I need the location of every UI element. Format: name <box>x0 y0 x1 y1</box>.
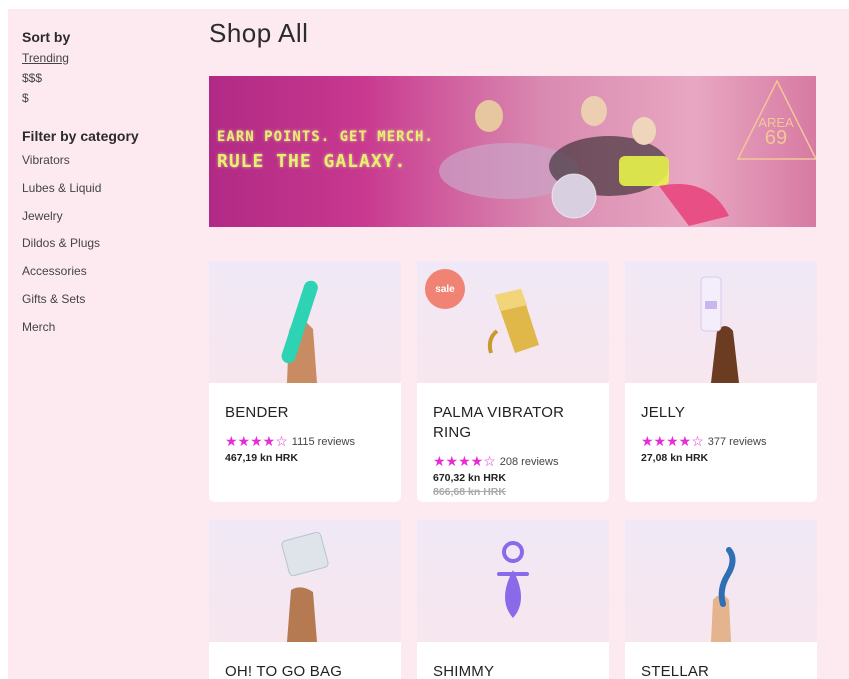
product-name[interactable]: BENDER <box>225 403 385 423</box>
filter-accessories[interactable]: Accessories <box>22 264 192 279</box>
banner-line-1: EARN POINTS. GET MERCH. <box>217 129 434 145</box>
banner-logo-text: AREA 69 <box>739 116 813 149</box>
product-card-shimmy[interactable]: SHIMMY <box>417 520 609 679</box>
product-card-oh-to-go-bag[interactable]: OH! TO GO BAG <box>209 520 401 679</box>
page-title: Shop All <box>209 18 309 48</box>
product-price: 670,32 kn HRK <box>433 472 506 484</box>
product-name[interactable]: OH! TO GO BAG <box>225 662 385 679</box>
product-price: 467,19 kn HRK <box>225 452 298 464</box>
bender-vibrator-image <box>281 280 318 383</box>
product-image[interactable] <box>417 520 609 642</box>
banner-figures-image <box>439 96 729 226</box>
star-rating-icon: ★★★★☆ <box>433 453 496 469</box>
product-card-jelly[interactable]: JELLY ★★★★☆ 377 reviews 27,08 kn HRK <box>625 261 817 502</box>
filter-dildos-plugs[interactable]: Dildos & Plugs <box>22 236 192 251</box>
product-image[interactable] <box>625 520 817 642</box>
promo-banner[interactable]: EARN POINTS. GET MERCH. RULE THE GALAXY.… <box>209 76 816 227</box>
product-name[interactable]: JELLY <box>641 403 801 423</box>
star-rating-icon: ★★★★☆ <box>225 433 288 449</box>
product-old-price: 866,68 kn HRK <box>433 486 506 498</box>
product-image[interactable] <box>209 520 401 642</box>
product-name[interactable]: STELLAR <box>641 662 801 679</box>
product-image[interactable] <box>209 261 401 383</box>
filter-merch[interactable]: Merch <box>22 320 192 335</box>
review-count: 377 reviews <box>707 435 767 448</box>
product-rating: ★★★★☆ 208 reviews <box>433 453 593 470</box>
product-card-palma[interactable]: sale PALMA VIBRATOR RING ★★★★☆ 208 revie… <box>417 261 609 502</box>
filter-gifts-sets[interactable]: Gifts & Sets <box>22 292 192 307</box>
stellar-dildo-image <box>711 547 736 642</box>
banner-line-2: RULE THE GALAXY. <box>217 151 407 172</box>
review-count: 208 reviews <box>499 455 559 468</box>
jelly-lube-image <box>700 276 739 383</box>
filter-vibrators[interactable]: Vibrators <box>22 153 192 168</box>
product-price: 27,08 kn HRK <box>641 452 709 464</box>
page: Sort by Trending $$$ $ Filter by categor… <box>8 9 849 679</box>
product-image[interactable] <box>625 261 817 383</box>
to-go-bag-image <box>281 531 329 642</box>
sort-title: Sort by <box>22 29 71 45</box>
product-name[interactable]: SHIMMY <box>433 662 593 679</box>
filter-title: Filter by category <box>22 128 139 144</box>
product-card-stellar[interactable]: STELLAR <box>625 520 817 679</box>
filter-lubes[interactable]: Lubes & Liquid <box>22 181 192 196</box>
product-rating: ★★★★☆ 1115 reviews <box>225 433 385 450</box>
sort-price-low[interactable]: $ <box>22 91 192 106</box>
shimmy-plug-image <box>497 541 529 618</box>
product-image[interactable]: sale <box>417 261 609 383</box>
sale-badge: sale <box>425 269 465 309</box>
sort-price-high[interactable]: $$$ <box>22 71 192 86</box>
sidebar: Sort by Trending $$$ $ Filter by categor… <box>22 29 192 348</box>
sort-trending[interactable]: Trending <box>22 51 192 66</box>
product-card-bender[interactable]: BENDER ★★★★☆ 1115 reviews 467,19 kn HRK <box>209 261 401 502</box>
product-name[interactable]: PALMA VIBRATOR RING <box>433 403 593 443</box>
banner-headline: EARN POINTS. GET MERCH. RULE THE GALAXY. <box>217 129 434 172</box>
filter-jewelry[interactable]: Jewelry <box>22 209 192 224</box>
product-rating: ★★★★☆ 377 reviews <box>641 433 801 450</box>
review-count: 1115 reviews <box>291 435 355 448</box>
star-rating-icon: ★★★★☆ <box>641 433 704 449</box>
logo-69: 69 <box>764 127 788 149</box>
